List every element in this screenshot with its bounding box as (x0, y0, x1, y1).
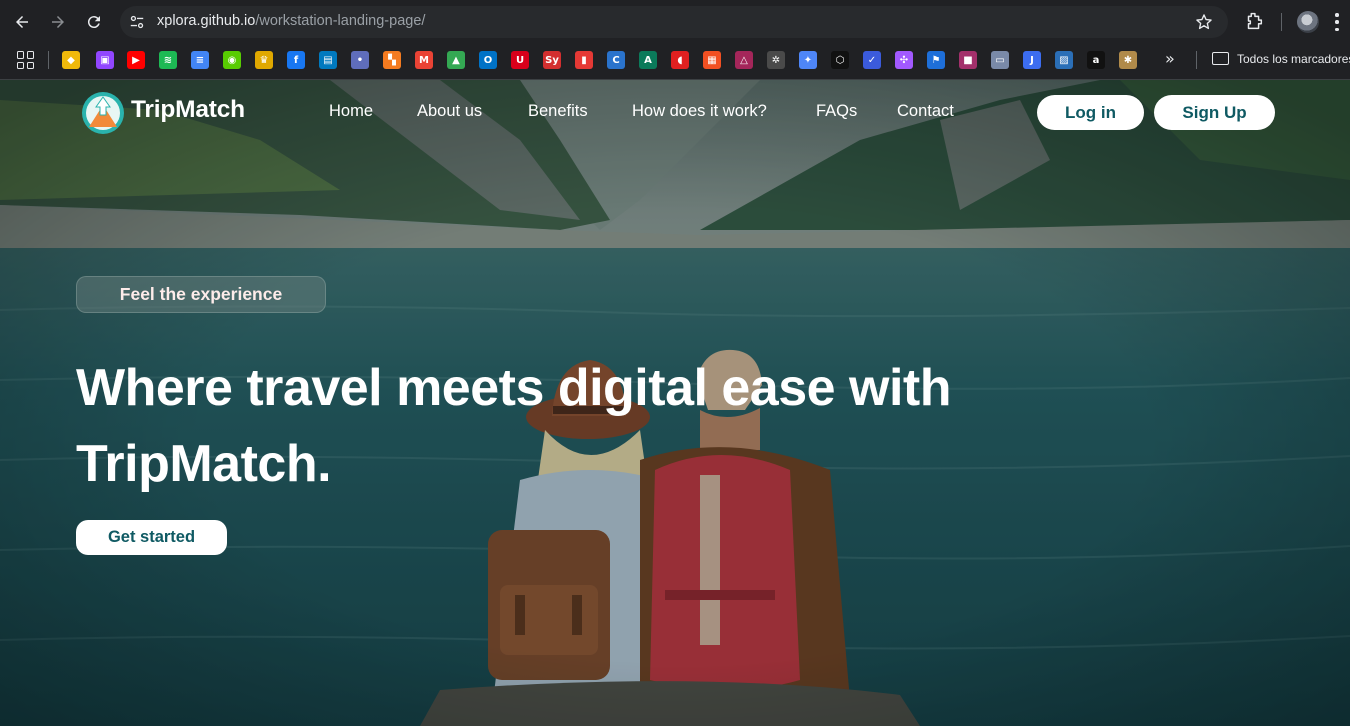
gmail-icon[interactable]: M (415, 51, 433, 69)
gemini-icon[interactable]: ✦ (799, 51, 817, 69)
outlook-icon[interactable]: O (479, 51, 497, 69)
site-header: TripMatch Home About us Benefits How doe… (0, 80, 1350, 144)
square-app-icon[interactable]: ■ (959, 51, 977, 69)
google-drive-icon[interactable]: ▲ (447, 51, 465, 69)
nav-about-link[interactable]: About us (417, 102, 482, 121)
triangle-app-icon[interactable]: △ (735, 51, 753, 69)
extensions-icon[interactable] (1243, 10, 1265, 32)
hero-headline-line-2: TripMatch. (76, 435, 332, 493)
login-button[interactable]: Log in (1037, 95, 1144, 130)
forward-icon[interactable] (46, 10, 70, 34)
university-icon[interactable]: U (511, 51, 529, 69)
profile-avatar[interactable] (1297, 11, 1319, 33)
get-started-button[interactable]: Get started (76, 520, 227, 555)
bookmarks-divider (48, 51, 49, 69)
bookmark-star-icon[interactable] (1194, 12, 1214, 32)
tagline-badge: Feel the experience (76, 276, 326, 313)
book-icon[interactable]: ▮ (575, 51, 593, 69)
youtube-icon[interactable]: ▶ (127, 51, 145, 69)
signup-button[interactable]: Sign Up (1154, 95, 1275, 130)
symbolab-icon[interactable]: Sy (543, 51, 561, 69)
hero-headline: Where travel meets digital ease with Tri… (76, 350, 1036, 502)
nav-benefits-link[interactable]: Benefits (528, 102, 588, 121)
site-settings-icon[interactable] (128, 13, 146, 31)
figma-icon[interactable]: ✣ (895, 51, 913, 69)
nav-home-link[interactable]: Home (329, 102, 373, 121)
toolbar-divider (1281, 13, 1282, 31)
folder-icon[interactable] (1212, 52, 1229, 65)
coursera-icon[interactable]: C (607, 51, 625, 69)
back-icon[interactable] (10, 10, 34, 34)
crown-icon[interactable]: ♛ (255, 51, 273, 69)
browser-menu-icon[interactable] (1334, 13, 1340, 31)
hero-headline-line-1: Where travel meets digital ease with (76, 359, 952, 417)
url-path: /workstation-landing-page/ (255, 13, 426, 29)
microsoft-icon[interactable]: ▦ (703, 51, 721, 69)
puzzle-app-icon[interactable]: ✱ (1119, 51, 1137, 69)
twitch-icon[interactable]: ▣ (96, 51, 114, 69)
all-bookmarks-label[interactable]: Todos los marcadores (1237, 52, 1350, 66)
flag-icon[interactable]: ⚑ (927, 51, 945, 69)
nav-contact-link[interactable]: Contact (897, 102, 954, 121)
reload-icon[interactable] (82, 10, 106, 34)
hexagon-icon[interactable]: ⬡ (831, 51, 849, 69)
binance-icon[interactable]: ◆ (62, 51, 80, 69)
url-host: xplora.github.io (157, 13, 256, 29)
tripmatch-logo-text[interactable]: TripMatch (131, 96, 245, 124)
dot-icon[interactable]: • (351, 51, 369, 69)
j-app-icon[interactable]: J (1023, 51, 1041, 69)
google-docs-icon[interactable]: ≡ (191, 51, 209, 69)
nav-faqs-link[interactable]: FAQs (816, 102, 857, 121)
facebook-icon[interactable]: f (287, 51, 305, 69)
spotify-icon[interactable]: ≋ (159, 51, 177, 69)
bookmarks-divider (1196, 51, 1197, 69)
duolingo-icon[interactable]: ◉ (223, 51, 241, 69)
nav-how-it-works-link[interactable]: How does it work? (632, 102, 767, 121)
tripmatch-logo-icon[interactable] (81, 91, 125, 135)
address-bar[interactable]: xplora.github.io/workstation-landing-pag… (120, 6, 1228, 38)
bookmarks-overflow-icon[interactable]: » (1165, 49, 1175, 68)
apps-grid-icon[interactable] (17, 51, 35, 69)
app-a-icon[interactable]: A (639, 51, 657, 69)
blocks-icon[interactable]: ▚ (383, 51, 401, 69)
amazon-icon[interactable]: a (1087, 51, 1105, 69)
hero-section: TripMatch Home About us Benefits How doe… (0, 80, 1350, 726)
flame-icon[interactable]: ◖ (671, 51, 689, 69)
card-icon[interactable]: ▭ (991, 51, 1009, 69)
url-text[interactable]: xplora.github.io/workstation-landing-pag… (157, 13, 425, 29)
check-app-icon[interactable]: ✓ (863, 51, 881, 69)
browser-toolbar: xplora.github.io/workstation-landing-pag… (0, 0, 1350, 44)
trello-icon[interactable]: ▤ (319, 51, 337, 69)
openai-icon[interactable]: ✲ (767, 51, 785, 69)
image-icon[interactable]: ▨ (1055, 51, 1073, 69)
